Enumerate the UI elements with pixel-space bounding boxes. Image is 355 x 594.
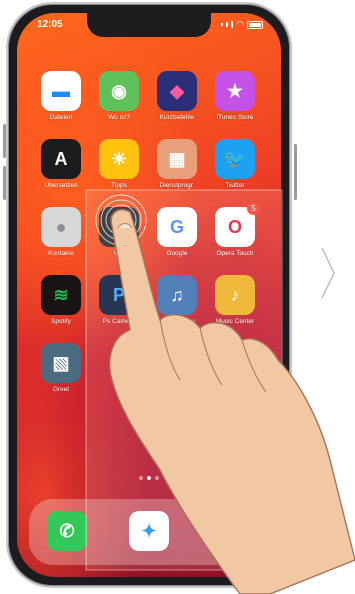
app-label: Dateien — [49, 114, 73, 121]
page-dot[interactable] — [147, 476, 151, 480]
phone-icon: ✆ — [47, 511, 87, 551]
signal-icon — [221, 23, 224, 26]
app-opera[interactable]: O 5 Opera Touch — [209, 202, 261, 257]
app-label: Dienstprogr. — [159, 182, 195, 189]
app-ps-camera[interactable]: P Ps Camera — [93, 275, 145, 325]
app-label: Tipps — [111, 182, 127, 189]
greet-photo-icon: ▧ — [41, 343, 81, 383]
app-label: Wo ist? — [108, 114, 130, 121]
twitter-bird-icon: 🐦 — [215, 139, 255, 179]
volume-button-up — [3, 124, 6, 158]
app-lightbulb[interactable]: ☀ Tipps — [93, 139, 145, 189]
app-star[interactable]: ★ iTunes Store — [209, 71, 261, 121]
sharkLibrary-icon: ♫ — [157, 275, 197, 315]
files-folder-icon: ▬ — [41, 71, 81, 111]
app-music-note[interactable]: ♪ Music Center — [209, 275, 261, 325]
app-files-folder[interactable]: ▬ Dateien — [35, 71, 87, 121]
dock-app-phone[interactable]: ✆ — [41, 511, 93, 551]
app-label: Kontakte — [48, 250, 74, 257]
app-contacts[interactable]: ● Kontakte — [35, 207, 87, 257]
app-vito[interactable]: ✕ Vito — [93, 207, 145, 257]
app-label: Vito — [113, 250, 125, 257]
app-label: SharkLibrary — [158, 318, 196, 325]
battery-icon — [247, 20, 263, 29]
find-my-icon: ◉ — [99, 71, 139, 111]
status-time: 12:05 — [37, 19, 63, 30]
app-label: Twitter — [225, 182, 245, 189]
app-label: Opera Touch — [216, 250, 254, 257]
lightbulb-icon: ☀ — [99, 139, 139, 179]
volume-button-down — [3, 166, 6, 200]
app-twitter-bird[interactable]: 🐦 Twitter — [209, 139, 261, 189]
page-dot[interactable] — [155, 476, 159, 480]
app-google[interactable]: G Google — [151, 207, 203, 257]
phone-frame: 12:05 ◠ ▬ Dateien ◉ Wo ist? ◆ Kurzbefehle ★ iTu… — [3, 2, 297, 588]
google-icon: G — [157, 207, 197, 247]
contacts-icon: ● — [41, 207, 81, 247]
page-dot[interactable] — [139, 476, 143, 480]
app-label: Greet — [52, 386, 70, 393]
wifi-icon: ◠ — [236, 19, 244, 29]
star-icon: ★ — [215, 71, 255, 111]
signal-bar — [226, 22, 229, 27]
app-find-my[interactable]: ◉ Wo ist? — [93, 71, 145, 121]
app-translate[interactable]: A Übersetzen — [35, 139, 87, 189]
dock-app-messages[interactable]: 💬 — [205, 511, 257, 551]
status-icons: ◠ — [221, 20, 263, 29]
shortcuts-icon: ◆ — [157, 71, 197, 111]
app-label: Music Center — [215, 318, 255, 325]
safari-compass-icon: ✦ — [129, 511, 169, 551]
ps-camera-icon: P — [99, 275, 139, 315]
dock-app-safari-compass[interactable]: ✦ — [123, 511, 175, 551]
app-spotify[interactable]: ≋ Spotify — [35, 275, 87, 325]
app-folder-grid[interactable]: ▦ Dienstprogr. — [151, 139, 203, 189]
app-label: Übersetzen — [44, 182, 78, 189]
app-sharkLibrary[interactable]: ♫ SharkLibrary — [151, 275, 203, 325]
app-label: iTunes Store — [216, 114, 254, 121]
app-label: Spotify — [51, 318, 71, 325]
opera-icon: O5 — [215, 202, 260, 247]
home-screen: 12:05 ◠ ▬ Dateien ◉ Wo ist? ◆ Kurzbefehle ★ iTu… — [17, 13, 281, 577]
app-label: Google — [166, 250, 188, 257]
notch — [87, 13, 211, 37]
music-note-icon: ♪ — [215, 275, 255, 315]
notification-badge: 5 — [247, 202, 260, 215]
app-label: Kurzbefehle — [159, 114, 195, 121]
folder-grid-icon: ▦ — [157, 139, 197, 179]
app-shortcuts[interactable]: ◆ Kurzbefehle — [151, 71, 203, 121]
messages-icon: 💬 — [211, 511, 251, 551]
app-greet-photo[interactable]: ▧ Greet — [35, 343, 87, 393]
page-indicator — [17, 467, 281, 485]
translate-icon: A — [41, 139, 81, 179]
chevron-right-icon[interactable] — [318, 246, 338, 300]
spotify-icon: ≋ — [41, 275, 81, 315]
signal-bar — [231, 21, 234, 28]
power-button — [294, 144, 297, 200]
app-label: Ps Camera — [102, 318, 136, 325]
vito-icon: ✕ — [99, 207, 139, 247]
dock: ✆ ✦ 💬 — [29, 499, 269, 565]
